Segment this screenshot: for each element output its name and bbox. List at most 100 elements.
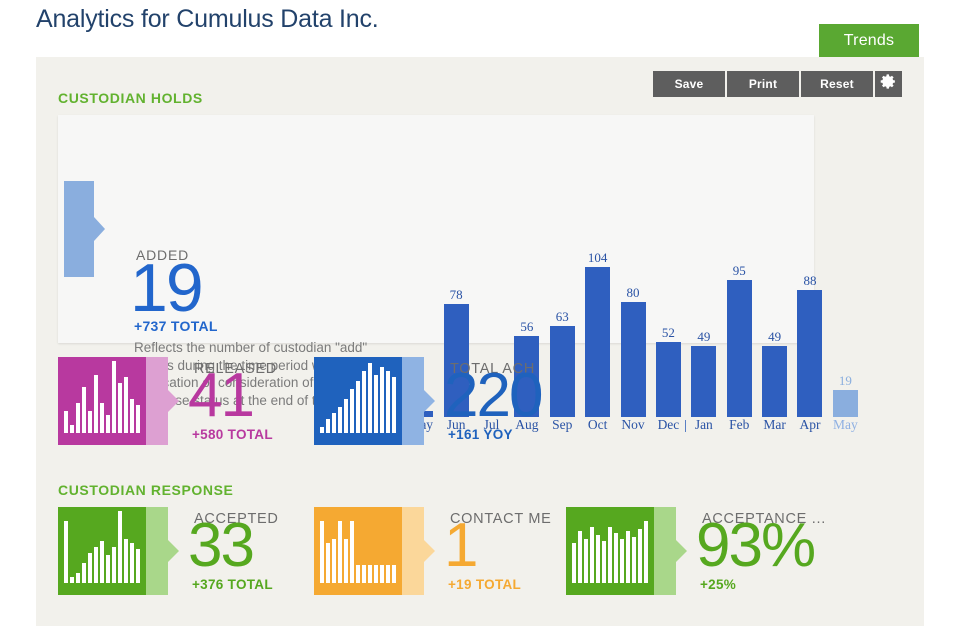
spark-bar: [374, 565, 378, 583]
spark-bar: [344, 539, 348, 583]
spark-bar: [638, 529, 642, 583]
section-heading-custodian-response: CUSTODIAN RESPONSE: [58, 482, 234, 498]
reset-button[interactable]: Reset: [801, 71, 873, 97]
spark-bar: [590, 527, 594, 583]
kpi-text: TOTAL ACH 220 +161 YOY: [444, 357, 688, 445]
bar-column[interactable]: 49: [757, 245, 792, 417]
spark-bar: [644, 521, 648, 583]
spark-bar: [614, 533, 618, 583]
spark-bar: [76, 573, 80, 583]
bar-column[interactable]: 95: [722, 245, 757, 417]
bar-column[interactable]: 88: [792, 245, 827, 417]
spark-bar: [584, 539, 588, 583]
spark-bar: [386, 371, 390, 433]
spark-bar: [374, 375, 378, 433]
bar[interactable]: [726, 280, 752, 417]
kpi-value: 220: [444, 361, 543, 430]
spark-bar: [94, 547, 98, 583]
kpi-value: 1: [444, 511, 479, 580]
added-accent-marker: [64, 181, 105, 277]
kpi-subtext: +19 TOTAL: [448, 577, 522, 592]
kpi-card-acceptance-rate[interactable]: ACCEPTANCE ... 93% +25%: [566, 507, 960, 595]
bar-value-label: 56: [520, 319, 534, 334]
page-title: Analytics for Cumulus Data Inc.: [36, 5, 379, 33]
kpi-value: 93%: [696, 511, 816, 580]
bar-column[interactable]: 19: [828, 245, 863, 417]
bar-value-label: 78: [449, 287, 463, 302]
spark-bar: [70, 425, 74, 433]
kpi-pointer: [402, 357, 435, 445]
spark-bar: [392, 377, 396, 433]
custodian-holds-added-card: ADDED 19 +737 TOTAL Reflects the number …: [58, 115, 858, 432]
spark-bar: [572, 543, 576, 583]
spark-bar: [106, 555, 110, 583]
spark-bar: [130, 399, 134, 433]
spark-bar: [386, 565, 390, 583]
bar[interactable]: [832, 390, 858, 417]
spark-bar: [368, 363, 372, 433]
print-button[interactable]: Print: [727, 71, 799, 97]
bar-value-label: 88: [803, 273, 817, 288]
spark-bar: [88, 553, 92, 583]
spark-bar: [124, 377, 128, 433]
spark-bar: [362, 371, 366, 433]
spark-bar: [344, 399, 348, 433]
spark-bar: [100, 403, 104, 433]
spark-bar: [82, 563, 86, 583]
kpi-pointer: [146, 357, 179, 445]
save-button[interactable]: Save: [653, 71, 725, 97]
spark-bar: [380, 565, 384, 583]
kpi-subtext: +161 YOY: [448, 427, 513, 442]
spark-bar: [106, 415, 110, 433]
spark-bar: [112, 547, 116, 583]
kpi-card-total-ach[interactable]: TOTAL ACH 220 +161 YOY: [314, 357, 688, 445]
main-panel: Save Print Reset CUSTODIAN HOLDS ADDED 1…: [36, 57, 924, 626]
tab-trends-label: Trends: [843, 31, 895, 49]
spark-bar: [326, 543, 330, 583]
axis-tick-label: Jan: [685, 417, 721, 437]
spark-bar: [118, 511, 122, 583]
spark-bar: [94, 375, 98, 433]
bar-column[interactable]: 49: [686, 245, 721, 417]
settings-button[interactable]: [875, 71, 902, 97]
spark-bar: [136, 549, 140, 583]
bar[interactable]: [797, 290, 823, 417]
spark-bar: [332, 413, 336, 433]
spark-bar: [332, 539, 336, 583]
kpi-text: ACCEPTANCE ... 93% +25%: [696, 507, 960, 595]
spark-bar: [350, 389, 354, 433]
spark-bar: [632, 537, 636, 583]
toolbar: Save Print Reset: [653, 71, 902, 97]
spark-bar: [356, 565, 360, 583]
axis-tick-label: Apr: [799, 417, 821, 432]
spark-bar: [112, 361, 116, 433]
bar-value-label: 19: [838, 373, 852, 388]
spark-bar: [100, 541, 104, 583]
added-total: +737 TOTAL: [134, 318, 218, 334]
kpi-pointer: [146, 507, 179, 595]
tab-trends[interactable]: Trends: [819, 24, 919, 65]
axis-tick-label: Mar: [763, 417, 786, 432]
kpi-value: 41: [188, 361, 255, 430]
added-value: 19: [130, 250, 204, 326]
spark-bar: [64, 521, 68, 583]
kpi-subtext: +25%: [700, 577, 737, 592]
bar-chart-icon: [566, 507, 654, 595]
spark-bar: [320, 427, 324, 433]
bar-value-label: 95: [732, 263, 746, 278]
bar[interactable]: [691, 346, 717, 417]
axis-tick-label: Feb: [729, 417, 750, 432]
kpi-pointer: [402, 507, 435, 595]
spark-bar: [82, 387, 86, 433]
bar-chart-icon: [314, 357, 402, 445]
bar[interactable]: [762, 346, 788, 417]
spark-bar: [356, 381, 360, 433]
spark-bar: [338, 407, 342, 433]
spark-bar: [64, 411, 68, 433]
analytics-dashboard: Analytics for Cumulus Data Inc. Trends S…: [0, 0, 960, 626]
spark-bar: [368, 565, 372, 583]
spark-bar: [596, 535, 600, 583]
section-heading-custodian-holds: CUSTODIAN HOLDS: [58, 90, 203, 106]
gear-icon: [880, 73, 897, 95]
spark-bar: [620, 539, 624, 583]
